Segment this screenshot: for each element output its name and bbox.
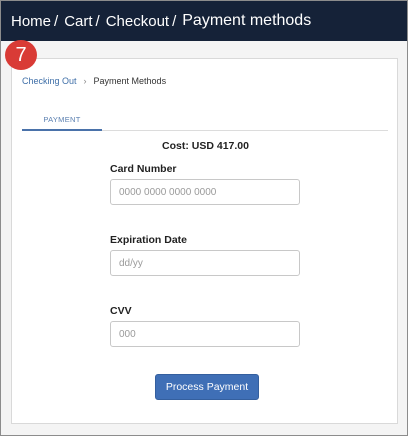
payment-card: Checking Out › Payment Methods PAYMENT C…: [11, 58, 398, 424]
payment-methods-crumb: Payment Methods: [93, 76, 167, 86]
breadcrumb-separator: /: [54, 12, 59, 30]
card-number-input[interactable]: [110, 179, 300, 205]
checking-out-link[interactable]: Checking Out: [22, 76, 77, 86]
cost-total: Cost: USD 417.00: [162, 140, 249, 152]
breadcrumb-separator: /: [95, 12, 100, 30]
breadcrumb-checkout[interactable]: Checkout: [106, 13, 169, 30]
chevron-right-icon: ›: [83, 76, 87, 86]
checkout-breadcrumb: Checking Out › Payment Methods: [22, 76, 166, 86]
breadcrumb-cart[interactable]: Cart: [64, 13, 92, 30]
top-bar: Home / Cart / Checkout / Payment methods: [1, 1, 407, 41]
breadcrumb-separator: /: [172, 12, 177, 30]
card-number-label: Card Number: [110, 163, 177, 175]
cvv-input[interactable]: [110, 321, 300, 347]
cvv-label: CVV: [110, 305, 132, 317]
breadcrumb: Home / Cart / Checkout / Payment methods: [1, 12, 311, 30]
expiration-date-input[interactable]: [110, 250, 300, 276]
breadcrumb-current-page: Payment methods: [182, 12, 312, 29]
process-payment-button[interactable]: Process Payment: [155, 374, 259, 400]
expiration-date-label: Expiration Date: [110, 234, 188, 246]
tab-payment[interactable]: PAYMENT: [22, 115, 102, 131]
app-frame: Home / Cart / Checkout / Payment methods…: [0, 0, 408, 436]
breadcrumb-home[interactable]: Home: [11, 13, 51, 30]
step-number-badge: 7: [5, 40, 37, 70]
tab-bar: PAYMENT: [22, 115, 388, 131]
